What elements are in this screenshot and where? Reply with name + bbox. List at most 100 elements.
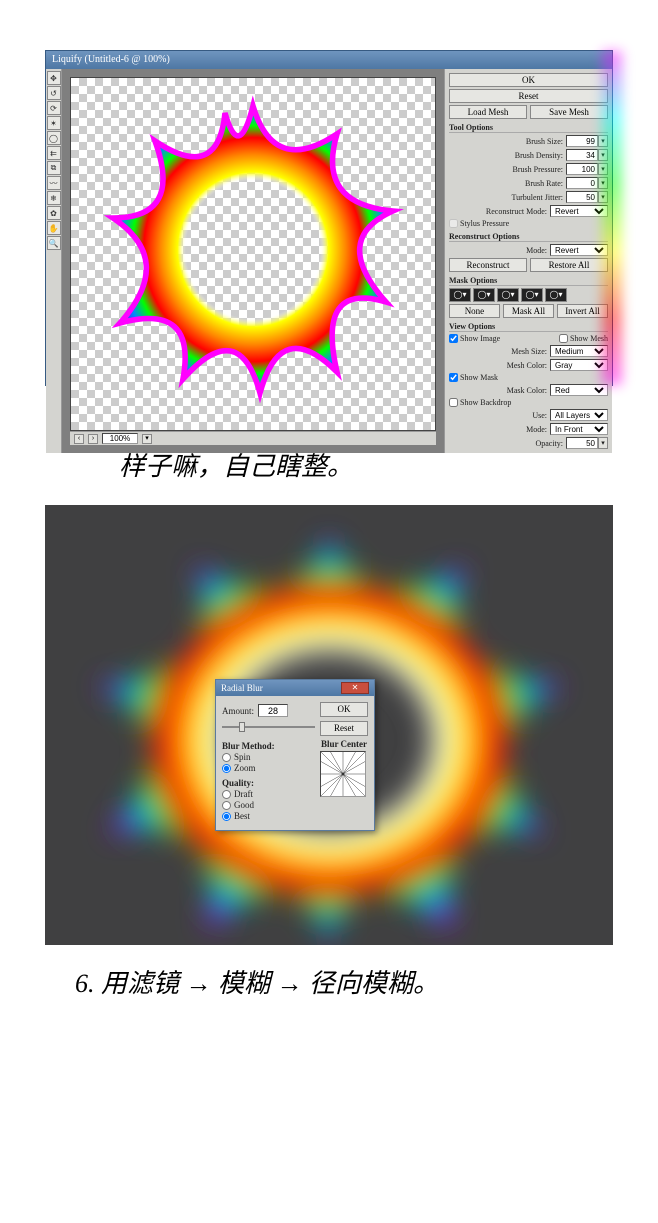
liquify-statusbar: ‹ › ▾: [70, 431, 436, 445]
blur-method-group: Blur Method: Spin Zoom: [222, 741, 315, 773]
restore-all-button[interactable]: Restore All: [530, 258, 608, 272]
mask-none-button[interactable]: None: [449, 304, 500, 318]
twirl-tool[interactable]: ⟳: [47, 101, 61, 115]
reconstruct-button[interactable]: Reconstruct: [449, 258, 527, 272]
zoom-in-icon[interactable]: ›: [88, 434, 98, 444]
stylus-pressure-checkbox: [449, 219, 458, 228]
best-label: Best: [234, 811, 250, 821]
load-mesh-button[interactable]: Load Mesh: [449, 105, 527, 119]
turbulent-jitter-label: Turbulent Jitter:: [449, 193, 566, 202]
liquify-title-text: Liquify (Untitled-6 @ 100%): [52, 51, 170, 69]
close-icon[interactable]: ✕: [341, 682, 369, 694]
backdrop-opacity-dd[interactable]: ▾: [598, 437, 608, 449]
tool-options-header: Tool Options: [449, 123, 608, 133]
zoom-label: Zoom: [234, 763, 256, 773]
bloat-tool[interactable]: ◯: [47, 131, 61, 145]
liquify-options-panel: OK Reset Load Mesh Save Mesh Tool Option…: [444, 69, 612, 453]
reconstruct-mode-select[interactable]: Revert: [550, 205, 608, 217]
zoom-out-icon[interactable]: ‹: [74, 434, 84, 444]
brush-density-label: Brush Density:: [449, 151, 566, 160]
mesh-size-select[interactable]: Medium: [550, 345, 608, 357]
liquify-toolbar: ✥ ↺ ⟳ ✶ ◯ ⇇ ⧉ 〰 ❄ ✿ ✋ 🔍: [46, 69, 62, 453]
mesh-color-select[interactable]: Gray: [550, 359, 608, 371]
zoom-lines-icon: [321, 752, 365, 796]
forward-warp-tool[interactable]: ✥: [47, 71, 61, 85]
annotation-step6: 6. 用滤镜 → 模糊 → 径向模糊。: [75, 963, 613, 1005]
brush-pressure-dd[interactable]: ▾: [598, 163, 608, 175]
freeze-mask-tool[interactable]: ❄: [47, 191, 61, 205]
turbulent-jitter-input[interactable]: [566, 191, 598, 203]
mask-color-select[interactable]: Red: [550, 384, 608, 396]
reconstruct-mode2-select[interactable]: Revert: [550, 244, 608, 256]
radial-blur-title-text: Radial Blur: [221, 680, 263, 696]
turbulence-tool[interactable]: 〰: [47, 176, 61, 190]
backdrop-use-select[interactable]: All Layers: [550, 409, 608, 421]
zoom-tool[interactable]: 🔍: [47, 236, 61, 250]
mirror-tool[interactable]: ⧉: [47, 161, 61, 175]
draft-label: Draft: [234, 789, 253, 799]
brush-pressure-input[interactable]: [566, 163, 598, 175]
pucker-tool[interactable]: ✶: [47, 116, 61, 130]
best-radio[interactable]: [222, 812, 231, 821]
view-options-header: View Options: [449, 322, 608, 332]
spin-radio[interactable]: [222, 753, 231, 762]
good-radio[interactable]: [222, 801, 231, 810]
brush-pressure-label: Brush Pressure:: [449, 165, 566, 174]
mask-color-label: Mask Color:: [449, 386, 550, 395]
reconstruct-mode2-label: Mode:: [449, 246, 550, 255]
show-image-checkbox[interactable]: [449, 334, 458, 343]
rb-reset-button[interactable]: Reset: [320, 721, 368, 736]
slider-thumb[interactable]: [239, 722, 245, 732]
zoom-radio[interactable]: [222, 764, 231, 773]
liquified-star-shape: [71, 78, 435, 431]
liquify-titlebar: Liquify (Untitled-6 @ 100%): [46, 51, 612, 69]
ok-button[interactable]: OK: [449, 73, 608, 87]
amount-slider[interactable]: [222, 722, 315, 732]
push-left-tool[interactable]: ⇇: [47, 146, 61, 160]
show-mask-checkbox[interactable]: [449, 373, 458, 382]
blur-center-preview[interactable]: [320, 751, 366, 797]
amount-input[interactable]: [258, 704, 288, 717]
backdrop-mode-select[interactable]: In Front: [550, 423, 608, 435]
hand-tool[interactable]: ✋: [47, 221, 61, 235]
show-backdrop-checkbox[interactable]: [449, 398, 458, 407]
liquify-canvas[interactable]: [70, 77, 436, 431]
mask-all-button[interactable]: Mask All: [503, 304, 554, 318]
brush-rate-input[interactable]: [566, 177, 598, 189]
thaw-mask-tool[interactable]: ✿: [47, 206, 61, 220]
brush-density-dd[interactable]: ▾: [598, 149, 608, 161]
turbulent-jitter-dd[interactable]: ▾: [598, 191, 608, 203]
brush-rate-dd[interactable]: ▾: [598, 177, 608, 189]
backdrop-mode-label: Mode:: [449, 425, 550, 434]
mask-replace-icon[interactable]: ◯▾: [449, 288, 471, 302]
radial-blur-dialog: Radial Blur ✕ Amount: OK Reset Blur Meth…: [215, 679, 375, 831]
brush-density-input[interactable]: [566, 149, 598, 161]
show-mesh-label: Show Mesh: [570, 334, 608, 343]
quality-group: Quality: Draft Good Best: [222, 778, 315, 821]
save-mesh-button[interactable]: Save Mesh: [530, 105, 608, 119]
draft-radio[interactable]: [222, 790, 231, 799]
reset-button[interactable]: Reset: [449, 89, 608, 103]
reconstruct-mode-label: Reconstruct Mode:: [449, 207, 550, 216]
blur-center-header: Blur Center: [320, 739, 368, 749]
brush-size-input[interactable]: [566, 135, 598, 147]
mask-subtract-icon[interactable]: ◯▾: [497, 288, 519, 302]
mask-add-icon[interactable]: ◯▾: [473, 288, 495, 302]
mask-invert-icon[interactable]: ◯▾: [545, 288, 567, 302]
amount-label: Amount:: [222, 706, 254, 716]
backdrop-use-label: Use:: [449, 411, 550, 420]
backdrop-opacity-input[interactable]: [566, 437, 598, 449]
brush-size-dd[interactable]: ▾: [598, 135, 608, 147]
reconstruct-tool[interactable]: ↺: [47, 86, 61, 100]
zoom-dropdown-icon[interactable]: ▾: [142, 434, 152, 444]
mask-intersect-icon[interactable]: ◯▾: [521, 288, 543, 302]
quality-header: Quality:: [222, 778, 315, 788]
zoom-field[interactable]: [102, 433, 138, 444]
show-mesh-checkbox[interactable]: [559, 334, 568, 343]
mask-options-header: Mask Options: [449, 276, 608, 286]
show-mask-label: Show Mask: [460, 373, 498, 382]
rb-ok-button[interactable]: OK: [320, 702, 368, 717]
blur-method-header: Blur Method:: [222, 741, 315, 751]
backdrop-opacity-label: Opacity:: [449, 439, 566, 448]
invert-all-button[interactable]: Invert All: [557, 304, 608, 318]
